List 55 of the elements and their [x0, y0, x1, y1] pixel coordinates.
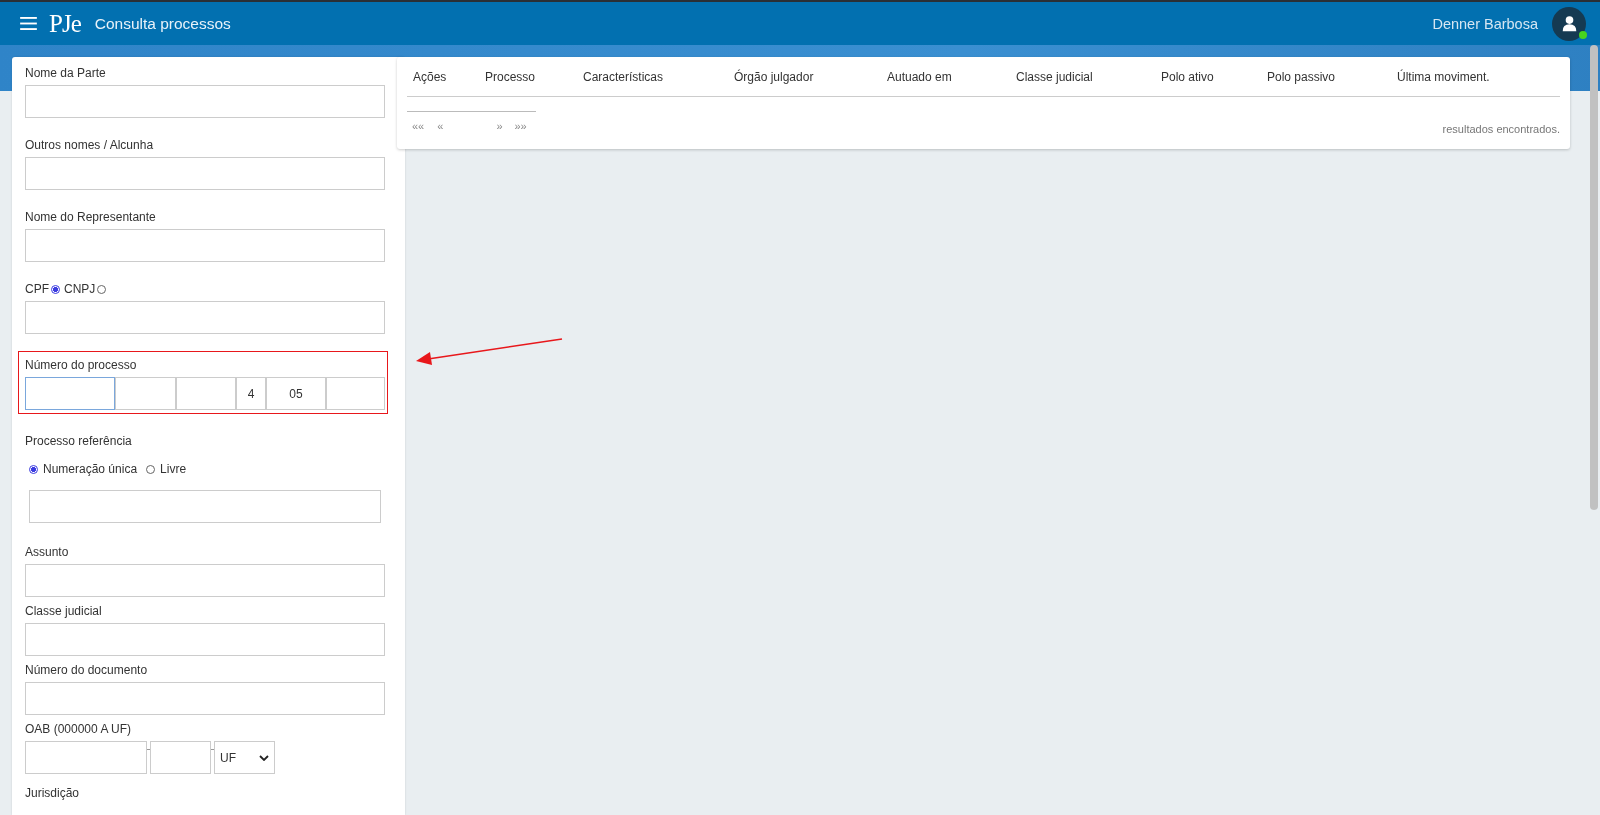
scrollbar[interactable] [1590, 45, 1598, 510]
radio-label: CPF [25, 282, 49, 296]
pager-link[interactable]: « [437, 119, 444, 132]
field-label: Número do processo [25, 358, 138, 372]
state-select[interactable]: UF [214, 741, 275, 774]
avatar-button[interactable] [1552, 6, 1586, 41]
field-label: Nome da Parte [25, 66, 107, 80]
input-field[interactable] [25, 623, 385, 656]
field-label: Nome do Representante [25, 210, 157, 224]
column-header[interactable]: Órgão julgador [734, 70, 887, 84]
input-field[interactable] [326, 377, 385, 410]
person-icon [1560, 15, 1578, 32]
field-label: Classe judicial [25, 604, 103, 618]
input-field[interactable] [25, 741, 147, 774]
radio-button[interactable] [51, 284, 60, 294]
input-field[interactable] [25, 564, 385, 597]
input-field[interactable] [25, 682, 385, 715]
page-title: Consulta processos [94, 14, 231, 33]
column-header[interactable]: Autuado em [887, 70, 1016, 84]
column-header[interactable]: Última moviment. [1397, 70, 1560, 84]
input-field[interactable]: 05 [266, 377, 326, 410]
logo: PJe [49, 9, 81, 38]
input-field[interactable] [176, 377, 236, 410]
input-field[interactable] [29, 490, 381, 523]
chevron-icon [259, 754, 269, 761]
radio-label: Livre [160, 462, 187, 476]
result-count: resultados encontrados. [1442, 123, 1560, 135]
pager-link[interactable]: »» [514, 119, 527, 132]
column-header[interactable]: Polo ativo [1161, 70, 1267, 84]
input-field[interactable] [25, 157, 385, 190]
column-header[interactable]: Polo passivo [1267, 70, 1397, 84]
field-label: Número do documento [25, 663, 149, 677]
input-field[interactable]: 4 [236, 377, 266, 410]
menu-icon[interactable] [20, 17, 37, 30]
field-label: OAB (000000 A UF) [25, 722, 133, 736]
input-field[interactable] [25, 301, 385, 334]
input-field[interactable] [115, 377, 176, 410]
column-header[interactable]: Ações [413, 70, 485, 84]
input-field[interactable] [25, 229, 385, 262]
field-label: Jurisdição [25, 786, 81, 800]
pager-link[interactable]: » [496, 119, 503, 132]
radio-button[interactable] [29, 464, 38, 474]
field-label: Assunto [25, 545, 70, 559]
input-field[interactable] [150, 741, 211, 774]
field-label: Outros nomes / Alcunha [25, 138, 155, 152]
input-field[interactable] [25, 377, 115, 410]
field-label: Processo referência [25, 434, 133, 448]
input-field[interactable] [25, 85, 385, 118]
column-header[interactable]: Classe judicial [1016, 70, 1161, 84]
radio-label: Numeração única [43, 462, 138, 476]
column-header[interactable]: Processo [485, 70, 583, 84]
column-header[interactable]: Características [583, 70, 734, 84]
pager-link[interactable]: «« [412, 119, 425, 132]
radio-label: CNPJ [64, 282, 96, 296]
user-name[interactable]: Denner Barbosa [1432, 15, 1538, 32]
